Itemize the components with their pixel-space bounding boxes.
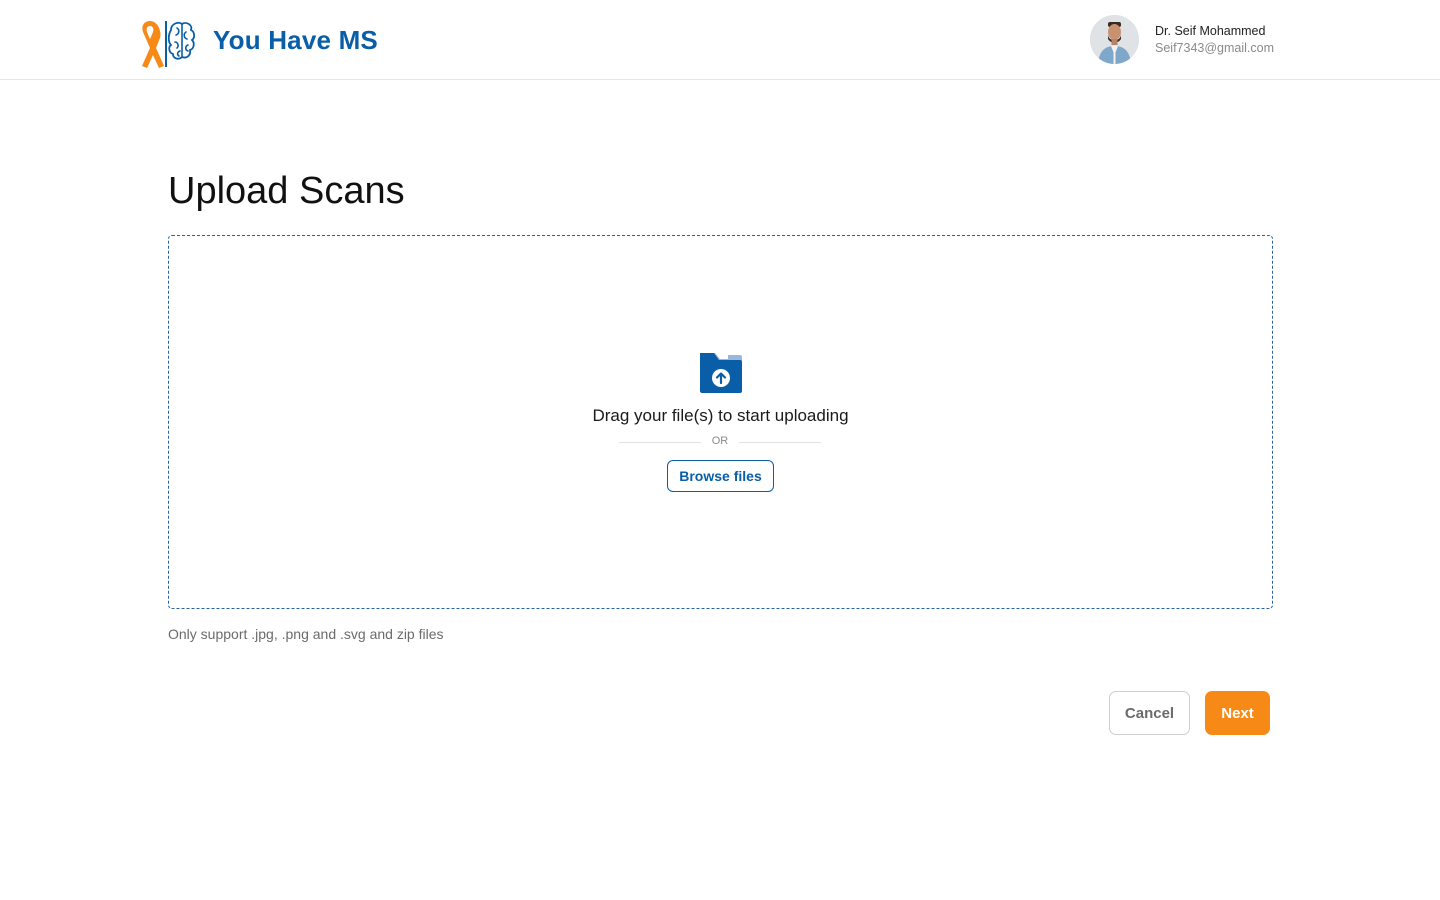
user-email: Seif7343@gmail.com: [1155, 41, 1274, 55]
folder-upload-icon: [700, 353, 742, 393]
cancel-button[interactable]: Cancel: [1109, 691, 1190, 735]
or-divider: OR: [619, 435, 821, 451]
supported-formats-note: Only support .jpg, .png and .svg and zip…: [168, 626, 444, 642]
next-button[interactable]: Next: [1205, 691, 1270, 735]
user-avatar[interactable]: [1090, 15, 1139, 64]
browse-files-button[interactable]: Browse files: [667, 460, 774, 492]
file-dropzone[interactable]: Drag your file(s) to start uploading OR …: [168, 235, 1273, 609]
avatar-image: [1090, 15, 1139, 64]
user-name: Dr. Seif Mohammed: [1155, 24, 1266, 38]
app-logo[interactable]: [136, 18, 196, 70]
user-profile[interactable]: Dr. Seif Mohammed Seif7343@gmail.com: [1090, 15, 1290, 65]
or-label: OR: [711, 435, 729, 447]
drag-instruction: Drag your file(s) to start uploading: [592, 406, 849, 425]
brand-name: You Have MS: [213, 25, 378, 55]
ribbon-brain-logo-icon: [142, 21, 196, 68]
page-title: Upload Scans: [168, 170, 405, 212]
divider-line-right: [739, 442, 821, 443]
app-header: You Have MS Dr. Seif Mohammed Seif7343@g…: [0, 0, 1440, 80]
